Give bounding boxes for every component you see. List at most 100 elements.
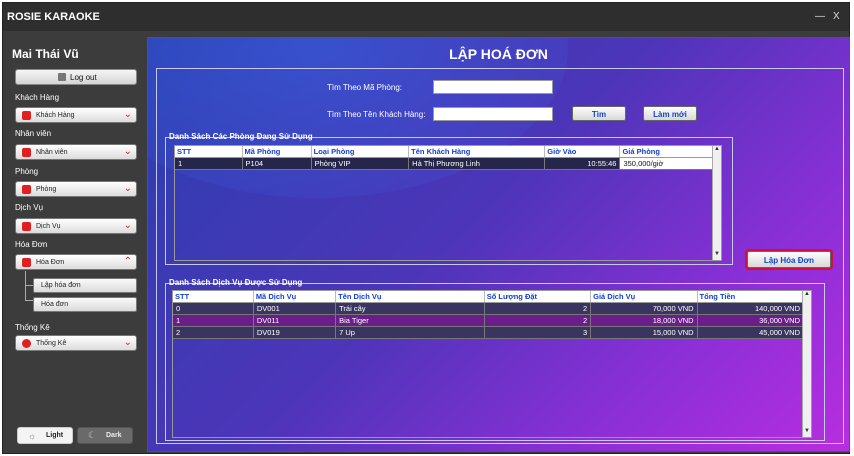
services-row[interactable]: 0 DV001 Trái cây 2 70,000 VND 140,000 VND [173,302,805,315]
services-cell: 140,000 VND [697,302,805,315]
staff-combo[interactable]: Nhân viên ⌄ [15,144,137,160]
rooms-header-cell[interactable]: Giá Phòng [619,146,714,158]
services-cell: DV001 [253,302,337,315]
rooms-cell: 10:55:46 [544,157,621,170]
services-cell: 2 [173,326,254,339]
section-label-stats: Thống Kê [15,323,50,332]
search-room-label: Tìm Theo Mã Phòng: [327,83,402,92]
rooms-header-cell[interactable]: STT [175,146,243,158]
services-header-cell[interactable]: Mã Dịch Vụ [253,291,337,303]
tree-branch [25,300,33,301]
services-cell: Trái cây [335,302,485,315]
sidebar: Mai Thái Vũ Log out Khách Hàng Khách Hàn… [3,33,145,451]
services-cell: 3 [484,326,592,339]
services-group-title: Danh Sách Dịch Vụ Được Sử Dụng [169,278,303,287]
services-cell: 1 [173,314,254,327]
rooms-header-cell[interactable]: Loại Phòng [311,146,410,158]
rooms-cell: 1 [175,157,243,170]
services-cell: 45,000 VND [697,326,805,339]
rooms-scrollbar[interactable]: ▲ ▼ [712,146,721,260]
service-combo-label: Dịch Vụ [36,223,61,230]
user-name: Mai Thái Vũ [12,47,79,61]
close-button[interactable]: X [833,11,840,22]
rooms-header-cell[interactable]: Giờ Vào [544,146,621,158]
chevron-up-icon: ⌃ [123,256,132,267]
logout-icon [58,73,66,81]
staff-combo-label: Nhân viên [36,149,68,156]
theme-dark-label: Dark [106,432,122,439]
chart-icon [22,339,31,348]
services-cell: 2 [484,314,592,327]
services-scrollbar[interactable]: ▲ ▼ [802,291,811,437]
services-header-cell[interactable]: Số Lượng Đặt [484,291,592,303]
services-header-cell[interactable]: Tên Dịch Vụ [335,291,485,303]
services-cell: 15,000 VND [590,326,698,339]
search-room-input[interactable] [433,80,553,94]
chevron-down-icon: ⌄ [123,146,132,157]
search-customer-label: Tìm Theo Tên Khách Hàng: [327,110,426,119]
logout-button[interactable]: Log out [15,69,137,85]
services-cell: 2 [484,302,592,315]
refresh-button[interactable]: Làm mới [643,106,697,121]
scroll-up-icon[interactable]: ▲ [713,146,721,155]
chevron-down-icon: ⌄ [123,220,132,231]
stats-combo-label: Thống Kê [36,340,67,347]
rooms-table: STT Mã Phòng Loại Phòng Tên Khách Hàng Giờ V… [175,146,714,170]
scroll-down-icon[interactable]: ▼ [803,428,811,437]
title-bar: ROSIE KARAOKE — X [3,3,849,31]
theme-light-label: Light [46,432,64,439]
services-header-cell[interactable]: STT [173,291,254,303]
stats-combo[interactable]: Thống Kê ⌄ [15,335,137,351]
main-panel: LẬP HOÁ ĐƠN Tìm Theo Mã Phòng: Tìm Theo … [147,37,850,452]
services-row[interactable]: 2 DV019 7 Up 3 15,000 VND 45,000 VND [173,326,805,339]
scroll-up-icon[interactable]: ▲ [803,291,811,300]
app-window: ROSIE KARAOKE — X Mai Thái Vũ Log out Kh… [2,2,850,454]
customer-combo[interactable]: Khách Hàng ⌄ [15,107,137,123]
customer-combo-label: Khách Hàng [36,112,75,119]
sub-item-create-invoice[interactable]: Lập hóa đơn [33,278,137,293]
tree-branch [25,285,33,286]
chevron-down-icon: ⌄ [123,109,132,120]
invoice-icon [22,258,31,267]
services-cell: 7 Up [335,326,485,339]
scroll-down-icon[interactable]: ▼ [713,251,721,260]
moon-icon: ☾ [88,430,97,440]
create-invoice-button[interactable]: Lập Hóa Đơn [745,249,833,270]
room-combo[interactable]: Phòng ⌄ [15,181,137,197]
rooms-group-title: Danh Sách Các Phòng Đang Sử Dụng [169,132,313,141]
services-cell: Bia Tiger [335,314,485,327]
rooms-header-cell[interactable]: Tên Khách Hàng [408,146,546,158]
search-button[interactable]: Tìm [572,106,626,121]
section-label-invoice: Hóa Đơn [15,240,48,249]
services-cell: DV011 [253,314,337,327]
invoice-combo-label: Hóa Đơn [36,259,65,266]
page-title: LẬP HOÁ ĐƠN [449,46,548,62]
invoice-combo[interactable]: Hóa Đơn ⌃ [15,254,137,270]
services-header-cell[interactable]: Giá Dịch Vụ [590,291,698,303]
sub-item-invoices[interactable]: Hóa đơn [33,297,137,312]
rooms-cell: 350,000/giờ [619,157,714,170]
theme-dark-button[interactable]: ☾ Dark [77,427,133,444]
search-customer-input[interactable] [433,107,553,121]
services-row[interactable]: 1 DV011 Bia Tiger 2 18,000 VND 36,000 VND [173,314,805,327]
content-frame: Tìm Theo Mã Phòng: Tìm Theo Tên Khách Hà… [156,68,844,444]
rooms-header-cell[interactable]: Mã Phòng [242,146,312,158]
service-icon [22,222,31,231]
section-label-customer: Khách Hàng [15,93,60,102]
services-header-cell[interactable]: Tổng Tiền [697,291,805,303]
sun-icon: ☼ [28,431,37,441]
theme-light-button[interactable]: ☼ Light [17,427,73,444]
services-cell: 70,000 VND [590,302,698,315]
rooms-cell: P104 [242,157,312,170]
app-title: ROSIE KARAOKE [7,11,100,23]
services-table-container: STT Mã Dịch Vụ Tên Dịch Vụ Số Lượng Đặt Giá … [172,290,812,438]
rooms-group: Danh Sách Các Phòng Đang Sử Dụng STT Mã P… [165,132,733,265]
rooms-row[interactable]: 1 P104 Phòng VIP Hà Thị Phương Linh 10:55:46… [175,157,714,170]
services-cell: 36,000 VND [697,314,805,327]
service-combo[interactable]: Dịch Vụ ⌄ [15,218,137,234]
services-cell: 0 [173,302,254,315]
services-cell: DV019 [253,326,337,339]
logout-label: Log out [70,73,97,82]
minimize-button[interactable]: — [815,11,825,22]
chevron-down-icon: ⌄ [123,183,132,194]
